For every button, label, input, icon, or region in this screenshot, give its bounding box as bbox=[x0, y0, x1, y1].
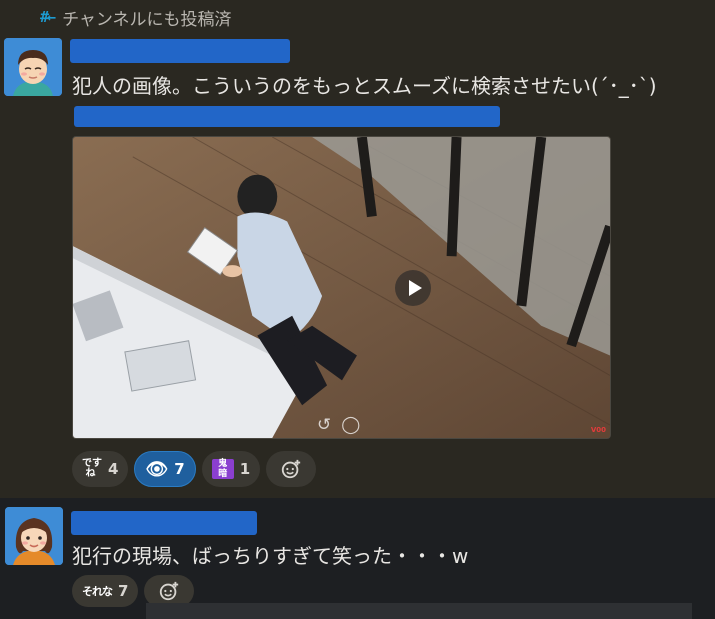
message-1: #← チャンネルにも投稿済 犯人の画像。こういうのをもっとスムーズに検索させたい… bbox=[0, 0, 715, 498]
hash-arrow-icon: #← bbox=[40, 8, 56, 26]
redacted-username[interactable] bbox=[70, 39, 290, 63]
slack-thread-view: #← チャンネルにも投稿済 犯人の画像。こういうのをもっとスムーズに検索させたい… bbox=[0, 0, 715, 619]
reactions-bar: です ね 4 👁 7 鬼暗 1 bbox=[72, 451, 317, 487]
message-text: 犯人の画像。こういうのをもっとスムーズに検索させたい(´･_･`) bbox=[72, 74, 657, 98]
reaction-count: 4 bbox=[108, 460, 119, 478]
avatar[interactable] bbox=[5, 507, 63, 565]
message-hover-bar bbox=[146, 603, 692, 619]
replay-icon[interactable]: ↺ bbox=[317, 415, 331, 435]
also-posted-to-channel: #← チャンネルにも投稿済 bbox=[40, 6, 232, 30]
reaction-count: 7 bbox=[174, 460, 185, 478]
video-attachment[interactable]: ↺ ◯ V00 bbox=[72, 136, 611, 439]
also-posted-label: チャンネルにも投稿済 bbox=[62, 9, 232, 30]
video-watermark: V00 bbox=[590, 426, 606, 434]
add-emoji-icon bbox=[282, 459, 301, 479]
avatar-man-illustration bbox=[4, 38, 62, 96]
eye-emoji-icon: 👁 bbox=[145, 458, 169, 480]
reaction-desune[interactable]: です ね 4 bbox=[72, 451, 129, 487]
purple-kanji-emoji-icon: 鬼暗 bbox=[211, 459, 234, 479]
video-thumbnail bbox=[73, 137, 610, 438]
redacted-attachment-title[interactable] bbox=[74, 106, 500, 127]
message-text: 犯行の現場、ばっちりすぎて笑った・・・w bbox=[72, 544, 469, 568]
desune-emoji-icon: です ね bbox=[82, 458, 102, 479]
reaction-sorena[interactable]: それな 7 bbox=[72, 575, 139, 607]
reaction-purple[interactable]: 鬼暗 1 bbox=[201, 451, 261, 487]
message-2: 犯行の現場、ばっちりすぎて笑った・・・w それな 7 bbox=[0, 498, 715, 619]
add-emoji-icon bbox=[160, 581, 179, 601]
redacted-username[interactable] bbox=[71, 511, 257, 535]
avatar-woman-illustration bbox=[5, 507, 63, 565]
sorena-emoji-icon: それな bbox=[82, 585, 113, 598]
video-controls: ↺ ◯ bbox=[317, 415, 360, 435]
reaction-count: 1 bbox=[239, 460, 251, 478]
reaction-count: 7 bbox=[118, 582, 129, 600]
play-button[interactable] bbox=[395, 270, 431, 306]
reaction-eye[interactable]: 👁 7 bbox=[134, 451, 196, 487]
avatar[interactable] bbox=[4, 38, 62, 96]
add-reaction-button[interactable] bbox=[266, 451, 317, 487]
loop-icon[interactable]: ◯ bbox=[341, 415, 360, 435]
